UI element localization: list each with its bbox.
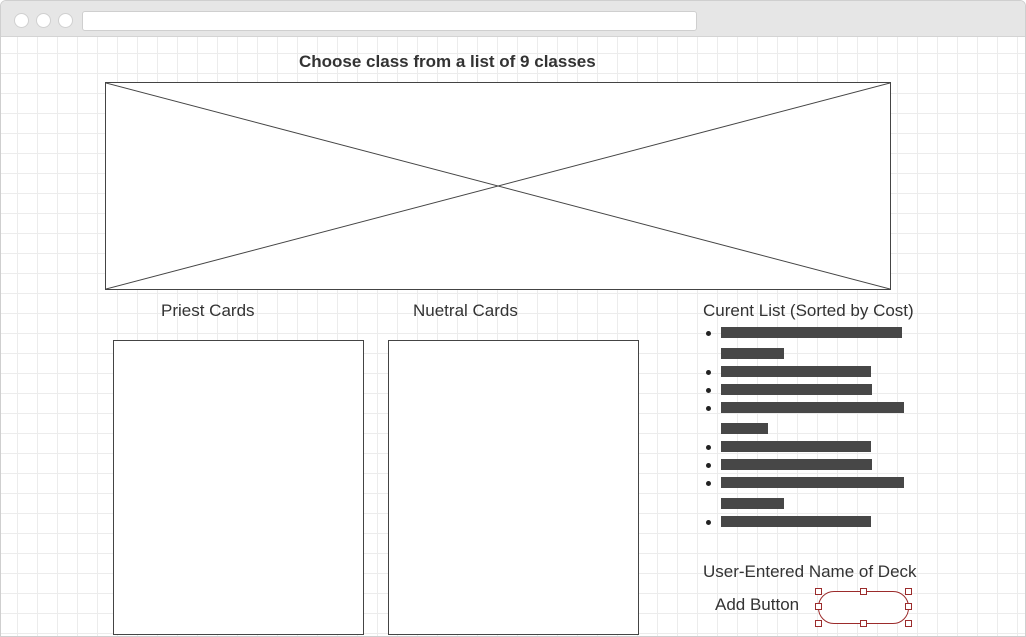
priest-cards-panel[interactable] [113,340,364,635]
text-line-placeholder [721,327,902,338]
bullet-icon [706,463,711,468]
add-button-label: Add Button [715,595,800,614]
bullet-icon [706,520,711,525]
resize-handle-icon[interactable] [860,620,867,627]
list-item [706,441,926,452]
current-list-label: Curent List (Sorted by Cost) [703,301,914,320]
list-item [706,402,926,434]
bullet-icon [706,331,711,336]
bullet-icon [706,406,711,411]
deck-name-label: User-Entered Name of Deck [703,562,917,581]
window-maximize-icon[interactable] [58,13,73,28]
class-image-placeholder[interactable] [105,82,891,290]
resize-handle-icon[interactable] [905,620,912,627]
list-item [706,516,926,527]
text-line-placeholder [721,441,871,452]
text-line-placeholder [721,477,904,488]
text-line-placeholder [721,498,784,509]
list-item [706,384,926,395]
page-title: Choose class from a list of 9 classes [299,52,596,71]
address-bar[interactable] [82,11,697,31]
current-card-list [706,327,926,534]
resize-handle-icon[interactable] [860,588,867,595]
bullet-icon [706,481,711,486]
window-minimize-icon[interactable] [36,13,51,28]
image-placeholder-icon [106,83,890,289]
resize-handle-icon[interactable] [815,603,822,610]
browser-titlebar [1,1,1025,37]
resize-handle-icon[interactable] [905,603,912,610]
list-item [706,459,926,470]
resize-handle-icon[interactable] [815,620,822,627]
bullet-icon [706,370,711,375]
text-line-placeholder [721,516,871,527]
text-line-placeholder [721,423,768,434]
text-line-placeholder [721,348,784,359]
text-line-placeholder [721,366,871,377]
bullet-icon [706,388,711,393]
resize-handle-icon[interactable] [905,588,912,595]
bullet-icon [706,445,711,450]
list-item [706,366,926,377]
list-item [706,477,926,509]
window-close-icon[interactable] [14,13,29,28]
resize-handle-icon[interactable] [815,588,822,595]
priest-cards-label: Priest Cards [161,301,255,320]
list-item [706,327,926,359]
text-line-placeholder [721,459,872,470]
text-line-placeholder [721,384,872,395]
neutral-cards-label: Nuetral Cards [413,301,518,320]
neutral-cards-panel[interactable] [388,340,639,635]
text-line-placeholder [721,402,904,413]
